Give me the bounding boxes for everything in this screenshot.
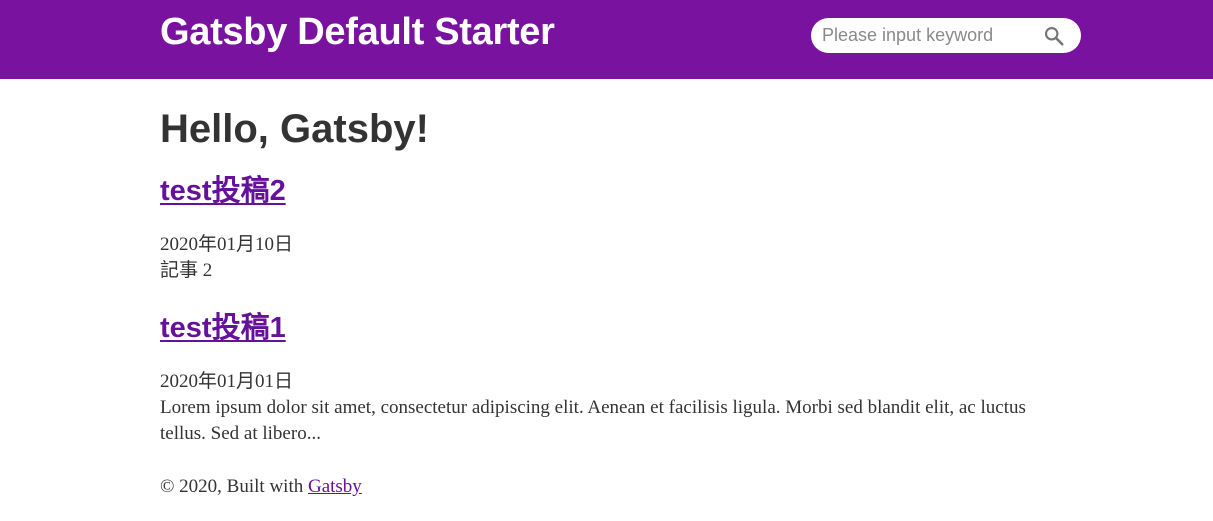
footer-text: © 2020, Built with [160, 476, 304, 497]
site-title-link[interactable]: Gatsby Default Starter [160, 8, 555, 56]
post-excerpt: 記事 2 [160, 260, 213, 281]
post-excerpt: Lorem ipsum dolor sit amet, consectetur … [160, 397, 1026, 444]
post-title-link[interactable]: test投稿1 [160, 312, 286, 344]
search-icon[interactable] [1043, 25, 1065, 47]
site-footer: © 2020, Built with Gatsby [160, 474, 362, 500]
post-title: test投稿1 [160, 311, 286, 345]
site-header: Gatsby Default Starter [0, 0, 1213, 79]
footer-gatsby-link[interactable]: Gatsby [308, 476, 362, 497]
page-title: Hello, Gatsby! [160, 107, 429, 151]
search-box [811, 18, 1081, 53]
post-date: 2020年01月01日 [160, 371, 294, 392]
post-date: 2020年01月10日 [160, 234, 294, 255]
search-input[interactable] [811, 18, 1041, 53]
post-title: test投稿2 [160, 174, 286, 208]
post-title-link[interactable]: test投稿2 [160, 175, 286, 207]
